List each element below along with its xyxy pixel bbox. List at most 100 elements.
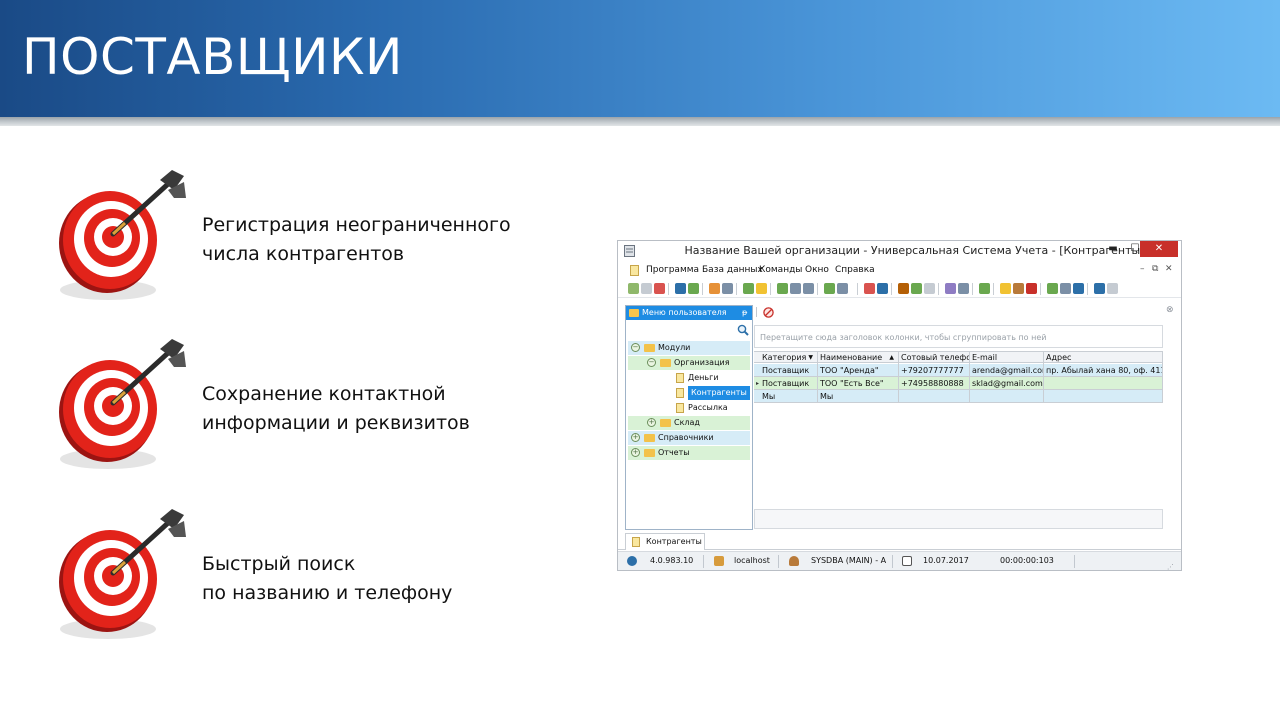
toolbar-separator (770, 283, 771, 295)
table-cell[interactable]: пр. Абылай хана 80, оф. 411 (1044, 364, 1163, 377)
table-cell[interactable]: ТОО "Аренда" (818, 364, 899, 377)
clear-filter-icon[interactable] (722, 283, 733, 294)
tree-item[interactable]: + Отчеты (628, 446, 750, 460)
target-dart-icon (59, 339, 186, 469)
minimize-button[interactable]: ▬ (1102, 241, 1124, 257)
tree-item[interactable]: Контрагенты (628, 386, 750, 400)
bullet-line: Быстрый поиск (202, 553, 356, 575)
cancel-filter-icon[interactable] (763, 307, 774, 318)
menu-database[interactable]: База данных (702, 265, 763, 275)
close-icon[interactable] (1107, 283, 1118, 294)
target-dart-icon (59, 170, 186, 300)
tree-item[interactable]: − Модули (628, 341, 750, 355)
table-cell[interactable]: +79207777777 (899, 364, 970, 377)
copy-icon[interactable] (641, 283, 652, 294)
table-row[interactable]: Мы Мы (754, 390, 1163, 403)
refresh-icon[interactable] (688, 283, 699, 294)
monitor-icon[interactable] (877, 283, 888, 294)
expander-icon[interactable]: − (631, 343, 640, 352)
tree-item-label: Контрагенты (688, 386, 750, 400)
table-icon[interactable] (1047, 283, 1058, 294)
column-header-label: Адрес (1046, 353, 1072, 362)
search-icon[interactable] (737, 324, 749, 336)
mdi-restore-button[interactable]: ⧉ (1152, 264, 1158, 274)
note-icon[interactable] (756, 283, 767, 294)
expander-icon[interactable]: + (647, 418, 656, 427)
settings-icon[interactable] (945, 283, 956, 294)
toolbar-separator (702, 283, 703, 295)
column-header[interactable]: Наименование ▲ (818, 352, 899, 364)
tools-icon[interactable] (958, 283, 969, 294)
table-cell[interactable]: ТОО "Есть Все" (818, 377, 899, 390)
column-header[interactable]: Адрес (1044, 352, 1163, 364)
tree-item[interactable]: − Организация (628, 356, 750, 370)
grid-header: Категория ▼ Наименование ▲ Сотовый телефон E-… (754, 351, 1163, 364)
expander-icon[interactable]: + (631, 433, 640, 442)
new-icon[interactable] (628, 283, 639, 294)
group-by-panel[interactable]: Перетащите сюда заголовок колонки, чтобы… (754, 325, 1163, 348)
table-row[interactable]: ▸ Поставщик ТОО "Есть Все" +74958880888 skla… (754, 377, 1163, 390)
tree-item[interactable]: Рассылка (628, 401, 750, 415)
table-cell[interactable]: Поставщик (760, 377, 818, 390)
resize-grip-icon[interactable]: ⋰ (1167, 558, 1174, 570)
menu-window[interactable]: Окно (805, 265, 829, 275)
books-icon[interactable] (898, 283, 909, 294)
column-header[interactable]: E-mail (970, 352, 1044, 364)
document-tabs: Контрагенты (618, 532, 1181, 550)
close-button[interactable]: ✕ (1140, 241, 1178, 257)
chart-icon[interactable] (911, 283, 922, 294)
column-header[interactable]: Категория ▼ (760, 352, 818, 364)
import-icon[interactable] (743, 283, 754, 294)
print-icon[interactable] (1060, 283, 1071, 294)
send-icon[interactable] (864, 283, 875, 294)
lock-icon[interactable] (1000, 283, 1011, 294)
slide-title: ПОСТАВЩИКИ (22, 28, 403, 86)
tree-item[interactable]: + Склад (628, 416, 750, 430)
export-icon[interactable] (824, 283, 835, 294)
expand-icon[interactable] (777, 283, 788, 294)
about-icon[interactable] (1094, 283, 1105, 294)
table-cell[interactable] (1044, 390, 1163, 403)
mdi-close-button[interactable]: ✕ (1165, 264, 1173, 274)
expander-icon[interactable]: + (631, 448, 640, 457)
share-icon[interactable] (1073, 283, 1084, 294)
menu-commands[interactable]: Команды (759, 265, 802, 275)
table-cell[interactable] (970, 390, 1044, 403)
table-cell[interactable] (899, 390, 970, 403)
divider (892, 555, 893, 568)
spreadsheet-icon[interactable] (979, 283, 990, 294)
collapse-down-icon[interactable] (790, 283, 801, 294)
menu-program[interactable]: Программа (646, 265, 699, 275)
toolbar (618, 280, 1181, 298)
template-icon[interactable] (837, 283, 848, 294)
toolbar-separator (857, 283, 858, 295)
table-cell[interactable]: +74958880888 (899, 377, 970, 390)
circle-icon[interactable] (924, 283, 935, 294)
search-icon[interactable] (675, 283, 686, 294)
table-cell[interactable]: Мы (760, 390, 818, 403)
users-icon[interactable] (1013, 283, 1024, 294)
table-cell[interactable] (1044, 377, 1163, 390)
filter-dropdown-icon[interactable]: ▼ (808, 352, 813, 364)
table-cell[interactable]: arenda@gmail.com (970, 364, 1044, 377)
content-toolbar: ⊗ (754, 305, 1181, 319)
link-icon[interactable] (1026, 283, 1037, 294)
table-cell[interactable]: Поставщик (760, 364, 818, 377)
mdi-minimize-button[interactable]: – (1140, 264, 1145, 274)
filter-icon[interactable] (709, 283, 720, 294)
panel-close-button[interactable]: ⊗ (1166, 305, 1174, 315)
column-header-label: E-mail (972, 353, 998, 362)
delete-icon[interactable] (654, 283, 665, 294)
column-header[interactable]: Сотовый телефон (899, 352, 970, 364)
table-row[interactable]: Поставщик ТОО "Аренда" +79207777777 arenda@… (754, 364, 1163, 377)
tree-item[interactable]: Деньги (628, 371, 750, 385)
table-cell[interactable]: sklad@gmail.com (970, 377, 1044, 390)
pin-icon[interactable]: ᵽ (742, 306, 747, 320)
table-cell[interactable]: Мы (818, 390, 899, 403)
menu-help[interactable]: Справка (835, 265, 875, 275)
tree-item[interactable]: + Справочники (628, 431, 750, 445)
expander-icon[interactable]: − (647, 358, 656, 367)
tree-item-label: Рассылка (688, 403, 728, 412)
collapse-up-icon[interactable] (803, 283, 814, 294)
tab-contractors[interactable]: Контрагенты (625, 533, 705, 550)
